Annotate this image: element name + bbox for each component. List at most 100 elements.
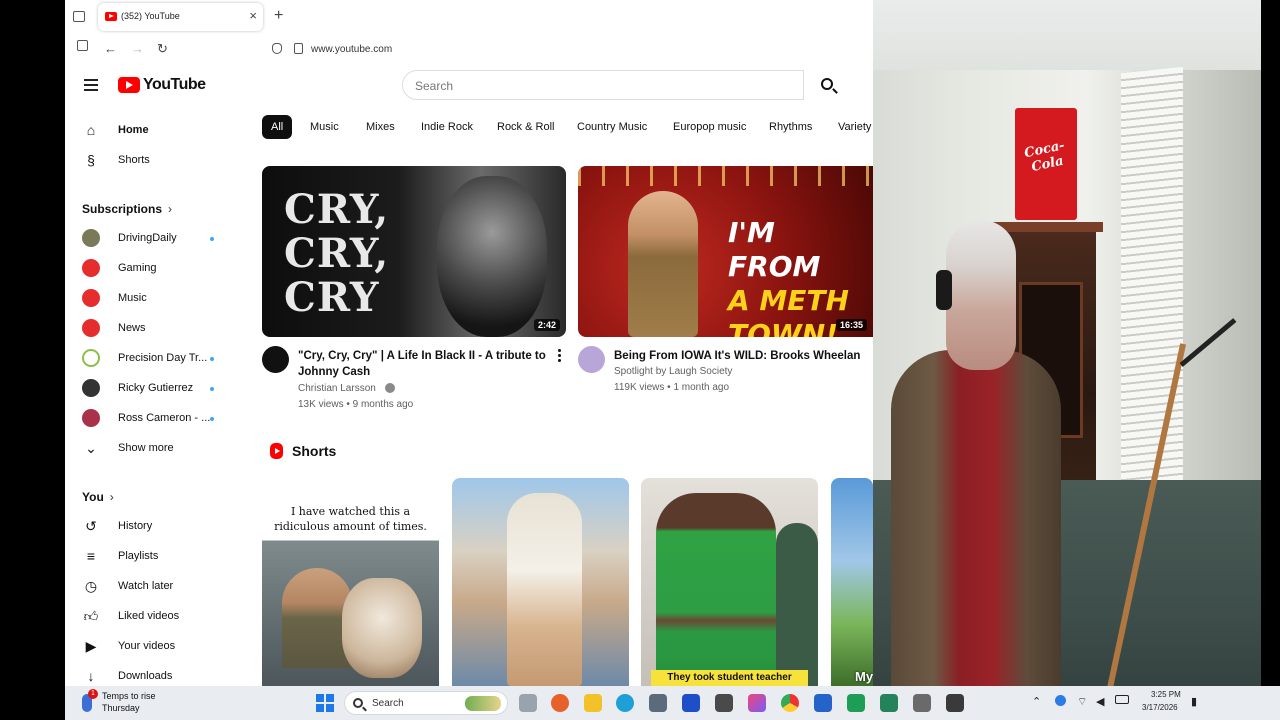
sidebar-item-watch-later[interactable]: ◷ Watch later	[82, 577, 222, 597]
channel-avatar	[82, 229, 100, 247]
you-heading[interactable]: You ›	[82, 490, 114, 504]
thumbnail-person	[628, 191, 698, 337]
lock-icon[interactable]	[294, 43, 303, 54]
sidebar-item-playlists[interactable]: ≡ Playlists	[82, 547, 222, 567]
reload-button[interactable]: ↻	[157, 41, 168, 57]
collections-icon[interactable]	[77, 40, 88, 51]
youtube-logo-icon[interactable]	[118, 77, 140, 93]
chevron-up-icon[interactable]: ⌃	[1032, 695, 1041, 708]
app-icon[interactable]	[682, 694, 700, 712]
thumbnail-text: CRY, CRY, CRY	[284, 186, 390, 321]
sidebar-item-subscription[interactable]: Ricky Gutierrez	[82, 379, 222, 399]
copilot-icon[interactable]	[748, 694, 766, 712]
chrome-icon[interactable]	[781, 694, 799, 712]
download-icon: ↓	[87, 668, 95, 684]
menu-icon[interactable]	[84, 79, 98, 91]
tab-close-icon[interactable]: ×	[249, 8, 257, 23]
shield-icon[interactable]	[272, 43, 282, 54]
notifications-icon[interactable]: ▮	[1191, 695, 1197, 708]
chip-country-music[interactable]: Country Music	[568, 115, 656, 139]
youtube-logo-text[interactable]: YouTube	[143, 76, 206, 94]
tab-bar: (352) YouTube × +	[65, 0, 873, 35]
battery-icon[interactable]	[1115, 695, 1129, 704]
volume-icon[interactable]: ◀	[1096, 695, 1104, 708]
sidebar-item-label: Playlists	[118, 550, 159, 562]
webcam-overlay: Coca-Cola	[873, 0, 1261, 697]
taskbar-search[interactable]: Search	[344, 691, 508, 715]
app-icon[interactable]	[715, 694, 733, 712]
sidebar-item-subscription[interactable]: Precision Day Tr...	[82, 349, 222, 369]
app-icon[interactable]	[913, 694, 931, 712]
task-view-icon[interactable]	[519, 694, 537, 712]
sidebar-item-label: History	[118, 520, 153, 532]
chip-rock-and-roll[interactable]: Rock & Roll	[488, 115, 563, 139]
chip-europop-music[interactable]: Europop music	[664, 115, 755, 139]
video-title[interactable]: Being From IOWA It's WILD: Brooks Wheela…	[614, 348, 869, 364]
more-options-icon[interactable]	[558, 349, 562, 363]
chip-variety[interactable]: Variety	[829, 115, 873, 139]
sidebar-item-subscription[interactable]: Ross Cameron - ...	[82, 409, 222, 429]
subscriptions-heading[interactable]: Subscriptions ›	[82, 202, 172, 216]
short-thumbnail[interactable]: I have watched this a ridiculous amount …	[262, 478, 439, 686]
chip-indie-rock[interactable]: Indie Rock	[412, 115, 482, 139]
sidebar-item-downloads[interactable]: ↓ Downloads	[82, 667, 222, 686]
sign-text: Coca-Cola	[1022, 138, 1066, 176]
chevron-right-icon: ›	[109, 490, 114, 504]
video-meta: 13K views • 9 months ago	[298, 399, 414, 410]
channel-avatar	[82, 349, 100, 367]
forward-button[interactable]: →	[131, 41, 144, 56]
file-explorer-icon[interactable]	[584, 694, 602, 712]
chip-music[interactable]: Music	[301, 115, 348, 139]
chip-mixes[interactable]: Mixes	[357, 115, 404, 139]
sidebar-item-liked-videos[interactable]: 👍︎ Liked videos	[82, 607, 222, 627]
video-thumbnail[interactable]: CRY, CRY, CRY 2:42	[262, 166, 566, 337]
sidebar-item-subscription[interactable]: DrivingDaily	[82, 229, 222, 249]
channel-name[interactable]: Christian Larsson	[298, 383, 376, 394]
search-button[interactable]	[804, 70, 852, 100]
browser-window: (352) YouTube × + ← → ↻ www.youtube.com …	[65, 0, 873, 686]
short-thumbnail[interactable]: They took student teacher	[641, 478, 818, 686]
show-more-button[interactable]: ⌄ Show more	[82, 439, 222, 459]
sidebar-item-your-videos[interactable]: ▶ Your videos	[82, 637, 222, 657]
sidebar-item-label: Ross Cameron - ...	[118, 412, 211, 424]
video-thumbnail[interactable]: I'M FROM A METH TOWN! 16:35	[578, 166, 873, 337]
clock-date[interactable]: 3/17/2026	[1142, 703, 1178, 712]
video-title[interactable]: "Cry, Cry, Cry" | A Life In Black II - A…	[298, 348, 548, 380]
windows-start-icon[interactable]	[316, 694, 334, 712]
back-button[interactable]: ←	[104, 41, 117, 56]
tab-youtube[interactable]: (352) YouTube ×	[98, 3, 263, 31]
new-tab-button[interactable]: +	[274, 7, 283, 25]
chip-all[interactable]: All	[262, 115, 293, 139]
clock-time[interactable]: 3:25 PM	[1151, 690, 1181, 699]
short-thumbnail[interactable]	[452, 478, 629, 686]
verified-icon	[385, 383, 395, 393]
channel-avatar[interactable]	[262, 346, 289, 373]
shorts-icon: §	[87, 152, 95, 168]
cloud-icon[interactable]	[1055, 695, 1066, 706]
sidebar-item-subscription[interactable]: Gaming	[82, 259, 222, 279]
weather-text[interactable]: Temps to rise	[102, 691, 156, 701]
store-icon[interactable]	[649, 694, 667, 712]
chevron-right-icon: ›	[168, 202, 173, 216]
sidebar-item-subscription[interactable]: News	[82, 319, 222, 339]
firefox-icon[interactable]	[551, 694, 569, 712]
app-icon[interactable]	[814, 694, 832, 712]
sidebar-item-home[interactable]: ⌂ Home	[82, 121, 222, 141]
person-head	[946, 220, 1016, 370]
channel-name[interactable]: Spotlight by Laugh Society	[614, 366, 732, 377]
weather-day[interactable]: Thursday	[102, 703, 140, 713]
tab-sidebar-icon[interactable]	[73, 11, 85, 22]
sidebar-item-shorts[interactable]: § Shorts	[82, 151, 222, 171]
short-thumbnail[interactable]: My	[831, 478, 873, 686]
app-icon[interactable]	[946, 694, 964, 712]
address-bar[interactable]: www.youtube.com	[311, 44, 392, 55]
app-icon[interactable]	[880, 694, 898, 712]
edge-icon[interactable]	[616, 694, 634, 712]
chip-rhythms[interactable]: Rhythms	[760, 115, 821, 139]
channel-avatar[interactable]	[578, 346, 605, 373]
sidebar-item-subscription[interactable]: Music	[82, 289, 222, 309]
wifi-icon[interactable]: ⌔	[1077, 695, 1087, 709]
search-input[interactable]: Search	[402, 70, 804, 100]
sidebar-item-history[interactable]: ↺ History	[82, 517, 222, 537]
spreadsheet-icon[interactable]	[847, 694, 865, 712]
